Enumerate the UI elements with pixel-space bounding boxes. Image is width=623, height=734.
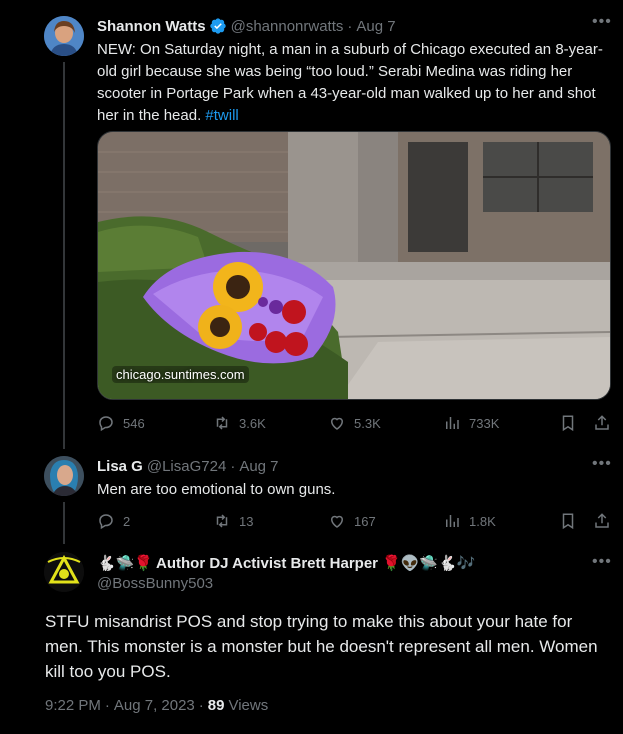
avatar-brett-harper[interactable] bbox=[44, 552, 84, 592]
tweet2-handle[interactable]: @LisaG724 bbox=[147, 458, 226, 475]
tweet2-date[interactable]: Aug 7 bbox=[239, 458, 278, 475]
thread-line bbox=[63, 502, 65, 544]
main-tweet-display-name[interactable]: Author DJ Activist Brett Harper bbox=[156, 555, 378, 572]
name-prefix-emoji: 🐇🛸🌹 bbox=[97, 554, 154, 572]
tweet2-text: Men are too emotional to own guns. bbox=[97, 481, 336, 498]
tweet1-text: NEW: On Saturday night, a man in a subur… bbox=[97, 39, 609, 127]
main-tweet-time[interactable]: 9:22 PM bbox=[45, 697, 101, 714]
share-button[interactable] bbox=[593, 414, 619, 432]
more-icon[interactable]: ••• bbox=[592, 455, 612, 473]
reply-count: 2 bbox=[123, 513, 131, 529]
retweet-button[interactable]: 13 bbox=[213, 512, 253, 530]
views-count: 733K bbox=[469, 415, 500, 431]
like-icon bbox=[330, 515, 344, 528]
views-icon bbox=[446, 417, 459, 429]
bookmark-icon bbox=[562, 415, 574, 432]
views-button[interactable]: 733K bbox=[443, 414, 499, 432]
reply-icon bbox=[99, 514, 113, 530]
retweet-icon bbox=[216, 514, 228, 528]
main-tweet-handle[interactable]: @BossBunny503 bbox=[97, 575, 213, 592]
reply-button[interactable]: 546 bbox=[97, 414, 145, 432]
avatar-lisa-g[interactable] bbox=[44, 456, 84, 496]
tweet1-display-name[interactable]: Shannon Watts bbox=[97, 18, 206, 35]
retweet-button[interactable]: 3.6K bbox=[213, 414, 266, 432]
tweet1-actions: 546 3.6K 5.3K 733K bbox=[97, 414, 613, 434]
retweet-count: 13 bbox=[239, 513, 254, 529]
media-domain-label[interactable]: chicago.suntimes.com bbox=[112, 366, 249, 383]
separator-dot: · bbox=[230, 458, 236, 475]
views-count: 1.8K bbox=[469, 513, 496, 529]
main-tweet-text: STFU misandrist POS and stop trying to m… bbox=[45, 612, 598, 681]
reply-icon bbox=[99, 416, 113, 432]
views-icon bbox=[446, 515, 459, 527]
tweet2-actions: 2 13 167 1.8K bbox=[97, 512, 613, 532]
hashtag-link[interactable]: #twill bbox=[205, 107, 238, 124]
tweet1-media-card[interactable]: chicago.suntimes.com bbox=[97, 131, 611, 400]
like-button[interactable]: 167 bbox=[328, 512, 376, 530]
main-tweet-meta: 9:22 PM · Aug 7, 2023 · 89 Views bbox=[45, 697, 268, 714]
tweet2-display-name[interactable]: Lisa G bbox=[97, 458, 143, 475]
tweet1-header: Shannon Watts @shannonrwatts · Aug 7 bbox=[97, 17, 396, 35]
retweet-icon bbox=[216, 416, 228, 430]
reply-button[interactable]: 2 bbox=[97, 512, 130, 530]
like-icon bbox=[330, 417, 344, 430]
separator-dot: · bbox=[198, 697, 204, 714]
bookmark-icon bbox=[562, 513, 574, 530]
retweet-count: 3.6K bbox=[239, 415, 266, 431]
like-count: 167 bbox=[354, 513, 376, 529]
thread-line bbox=[63, 62, 65, 449]
main-tweet-name-row: 🐇🛸🌹 Author DJ Activist Brett Harper 🌹👽🛸🐇… bbox=[97, 554, 478, 572]
separator-dot: · bbox=[104, 697, 110, 714]
main-tweet-date[interactable]: Aug 7, 2023 bbox=[114, 697, 195, 714]
more-icon[interactable]: ••• bbox=[592, 13, 612, 31]
views-button[interactable]: 1.8K bbox=[443, 512, 496, 530]
bookmark-button[interactable] bbox=[559, 414, 585, 432]
views-count[interactable]: 89 bbox=[208, 697, 225, 714]
reply-count: 546 bbox=[123, 415, 145, 431]
share-icon bbox=[595, 513, 609, 528]
tweet1-handle[interactable]: @shannonrwatts bbox=[231, 18, 344, 35]
main-tweet-handle-row: @BossBunny503 bbox=[97, 575, 213, 592]
memorial-photo bbox=[98, 132, 610, 399]
bookmark-button[interactable] bbox=[559, 512, 585, 530]
separator-dot: · bbox=[347, 17, 353, 35]
share-icon bbox=[595, 415, 609, 430]
verified-badge-icon bbox=[209, 17, 227, 35]
tweet1-date[interactable]: Aug 7 bbox=[356, 18, 395, 35]
avatar-shannon-watts[interactable] bbox=[44, 16, 84, 56]
tweet2-header: Lisa G @LisaG724 · Aug 7 bbox=[97, 458, 279, 475]
share-button[interactable] bbox=[593, 512, 619, 530]
name-suffix-emoji: 🌹👽🛸🐇🎶 bbox=[382, 554, 476, 572]
like-count: 5.3K bbox=[354, 415, 381, 431]
more-icon[interactable]: ••• bbox=[592, 553, 612, 571]
tweet1-body: NEW: On Saturday night, a man in a subur… bbox=[97, 41, 603, 124]
views-label: Views bbox=[228, 697, 269, 714]
like-button[interactable]: 5.3K bbox=[328, 414, 381, 432]
